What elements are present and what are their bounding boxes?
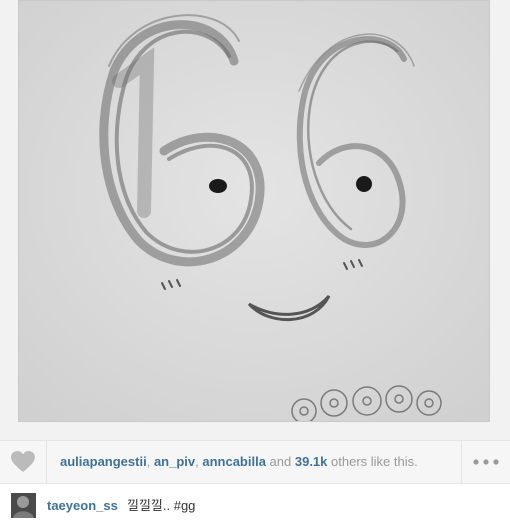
likes-summary: auliapangestii, an_piv, anncabilla and 3…: [60, 441, 418, 483]
post-photo[interactable]: [18, 0, 490, 422]
like-count-link[interactable]: 39.1k: [295, 454, 328, 469]
others-text: others like this.: [327, 454, 418, 469]
comment-text: 낄낄낄.. #gg: [127, 498, 196, 513]
sketch-drawing: [19, 1, 489, 421]
post-photo-frame: [0, 0, 510, 440]
comment-username[interactable]: taeyeon_ss: [47, 484, 118, 528]
liker-link[interactable]: an_piv: [154, 454, 195, 469]
heart-icon: [11, 451, 35, 472]
left-pupil: [209, 179, 227, 193]
comment-row: taeyeon_ss 낄낄낄.. #gg: [0, 484, 510, 529]
right-pupil: [356, 176, 372, 192]
more-options-button[interactable]: [461, 441, 510, 483]
likes-bar: auliapangestii, an_piv, anncabilla and 3…: [0, 440, 510, 484]
liker-link[interactable]: auliapangestii: [60, 454, 147, 469]
more-options-icon: [473, 459, 499, 465]
avatar[interactable]: [11, 493, 36, 518]
liker-link[interactable]: anncabilla: [202, 454, 266, 469]
and-text: and: [265, 454, 295, 469]
liker-separator: ,: [146, 454, 154, 469]
like-button[interactable]: [0, 441, 47, 483]
